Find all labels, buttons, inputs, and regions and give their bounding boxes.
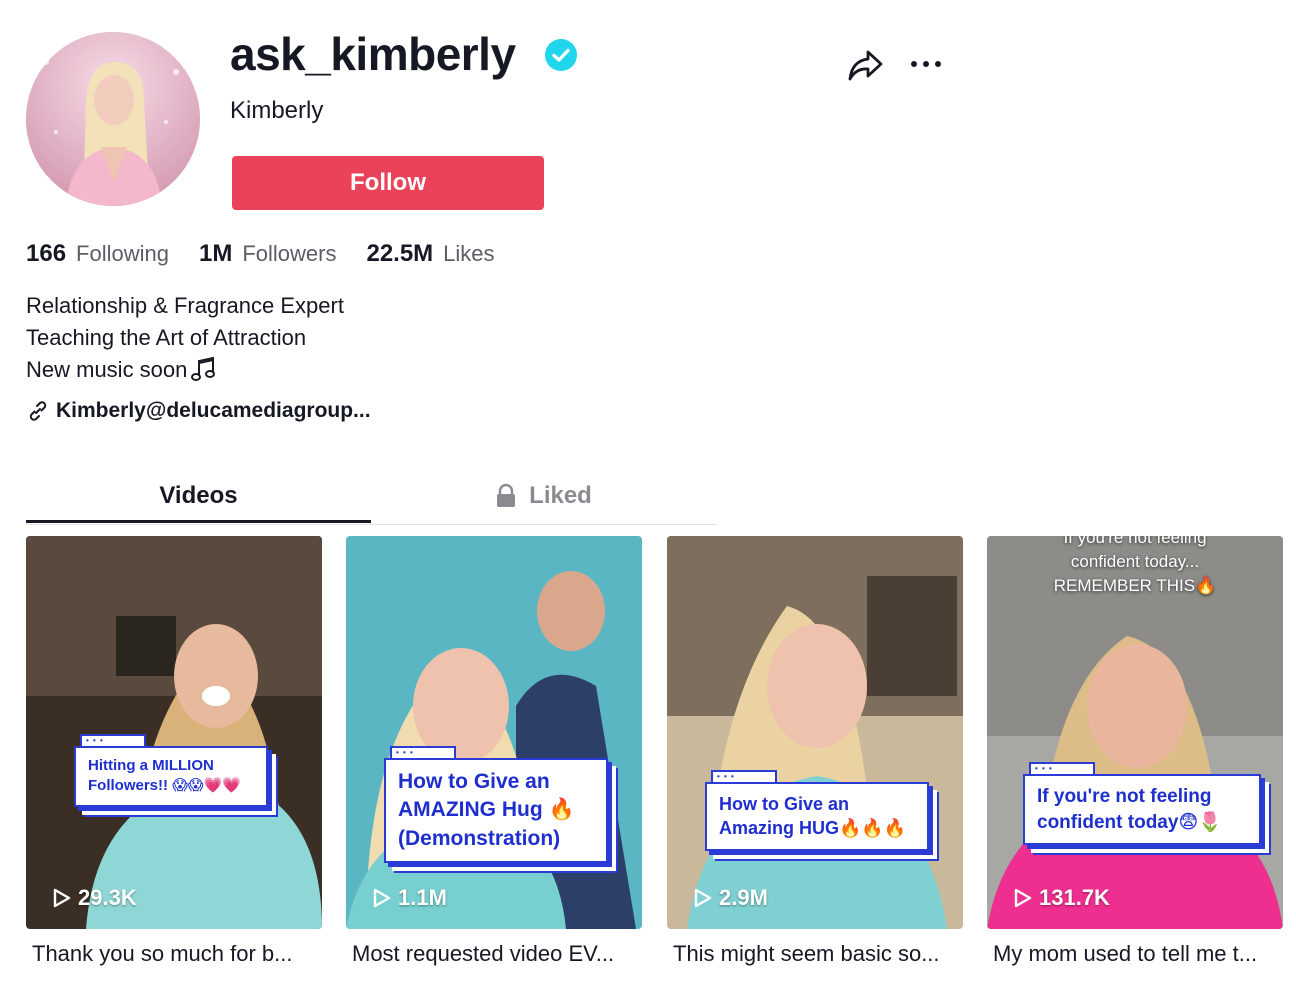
avatar[interactable] <box>26 32 200 206</box>
play-icon <box>373 888 391 908</box>
stat-value: 22.5M <box>366 240 434 267</box>
overlay-line: AMAZING Hug 🔥 <box>398 798 575 822</box>
tab-label: Liked <box>529 482 592 509</box>
overlay-line: If you're not feeling <box>1037 786 1212 807</box>
stat-likes: 22.5M Likes <box>366 240 494 268</box>
stat-value: 166 <box>26 240 67 267</box>
play-icon <box>53 888 71 908</box>
bio: Relationship & Fragrance Expert Teaching… <box>26 290 344 386</box>
tab-label: Videos <box>159 482 238 509</box>
play-icon <box>694 888 712 908</box>
bio-line: New music soon <box>26 357 188 382</box>
video-caption-overlay: If you're not feeling confident today😨🌷 <box>1023 761 1261 846</box>
overlay-line: (Demonstration) <box>398 826 561 850</box>
view-count: 29.3K <box>50 885 137 911</box>
play-icon <box>1014 888 1032 908</box>
stat-label: Likes <box>443 241 495 266</box>
stat-followers[interactable]: 1M Followers <box>199 240 336 268</box>
video-thumbnail-image <box>667 536 963 929</box>
profile-page: ask_kimberly Kimberly Follow 166 Followi… <box>0 0 1296 982</box>
view-count-text: 131.7K <box>1039 885 1110 910</box>
view-count-text: 2.9M <box>719 885 768 910</box>
active-tab-indicator <box>26 520 371 523</box>
overlay-line: How to Give an <box>398 770 550 793</box>
video-thumbnail[interactable]: If you're not feeling confident today...… <box>987 536 1283 929</box>
more-dots-icon[interactable] <box>906 50 946 78</box>
video-card[interactable]: How to Give an Amazing HUG🔥🔥🔥 2.9M This … <box>667 536 963 969</box>
bio-line: Relationship & Fragrance Expert <box>26 293 344 318</box>
video-card[interactable]: How to Give an AMAZING Hug 🔥 (Demonstrat… <box>346 536 642 969</box>
video-top-text: If you're not feeling confident today...… <box>987 536 1283 598</box>
stat-label: Followers <box>242 241 337 266</box>
view-count: 2.9M <box>691 885 768 911</box>
tab-videos[interactable]: Videos <box>26 470 371 522</box>
share-arrow-icon[interactable] <box>846 48 884 82</box>
overlay-line: Amazing HUG🔥🔥🔥 <box>719 818 907 839</box>
follow-button[interactable]: Follow <box>232 156 544 210</box>
video-caption-overlay: How to Give an AMAZING Hug 🔥 (Demonstrat… <box>384 745 608 864</box>
overlay-top-line: REMEMBER THIS🔥 <box>1053 576 1217 595</box>
bio-line-music: New music soon <box>26 354 344 386</box>
overlay-line: Followers!! 😱😱💗💗 <box>88 777 241 795</box>
video-card[interactable]: Hitting a MILLION Followers!! 😱😱💗💗 29.3K… <box>26 536 322 969</box>
stat-following[interactable]: 166 Following <box>26 240 169 268</box>
video-thumbnail[interactable]: How to Give an Amazing HUG🔥🔥🔥 2.9M <box>667 536 963 929</box>
link-icon <box>29 401 47 421</box>
video-caption-overlay: How to Give an Amazing HUG🔥🔥🔥 <box>705 770 929 851</box>
video-description[interactable]: This might seem basic so... <box>667 939 963 969</box>
video-description[interactable]: My mom used to tell me t... <box>987 939 1283 969</box>
overlay-top-line: confident today... <box>1070 552 1200 571</box>
video-thumbnail-image <box>26 536 322 929</box>
view-count: 131.7K <box>1011 885 1110 911</box>
tab-liked[interactable]: Liked <box>371 470 716 522</box>
video-thumbnail[interactable]: Hitting a MILLION Followers!! 😱😱💗💗 29.3K <box>26 536 322 929</box>
profile-tabs: Videos Liked <box>26 470 716 525</box>
music-note-icon <box>191 356 216 381</box>
username: ask_kimberly <box>230 28 516 80</box>
profile-stats: 166 Following 1M Followers 22.5M Likes <box>26 240 525 268</box>
bio-link[interactable]: Kimberly@delucamediagroup... <box>26 399 371 423</box>
stat-label: Following <box>76 241 169 266</box>
overlay-line: How to Give an <box>719 794 850 814</box>
video-thumbnail[interactable]: How to Give an AMAZING Hug 🔥 (Demonstrat… <box>346 536 642 929</box>
overlay-line: confident today😨🌷 <box>1037 811 1222 833</box>
bio-line: Teaching the Art of Attraction <box>26 325 307 350</box>
video-card[interactable]: If you're not feeling confident today...… <box>987 536 1283 969</box>
video-caption-overlay: Hitting a MILLION Followers!! 😱😱💗💗 <box>74 734 268 807</box>
view-count-text: 1.1M <box>398 885 447 910</box>
overlay-top-line: If you're not feeling <box>1063 536 1207 547</box>
verified-badge-icon <box>545 39 577 71</box>
view-count: 1.1M <box>370 885 447 911</box>
video-description[interactable]: Thank you so much for b... <box>26 939 322 969</box>
display-name: Kimberly <box>230 97 324 124</box>
overlay-line: Hitting a MILLION <box>88 757 214 774</box>
view-count-text: 29.3K <box>78 885 137 910</box>
lock-icon <box>497 484 516 507</box>
bio-link-text: Kimberly@delucamediagroup... <box>56 399 371 422</box>
stat-value: 1M <box>198 240 233 267</box>
avatar-image <box>26 32 200 206</box>
video-description[interactable]: Most requested video EV... <box>346 939 642 969</box>
video-thumbnail-image <box>346 536 642 929</box>
